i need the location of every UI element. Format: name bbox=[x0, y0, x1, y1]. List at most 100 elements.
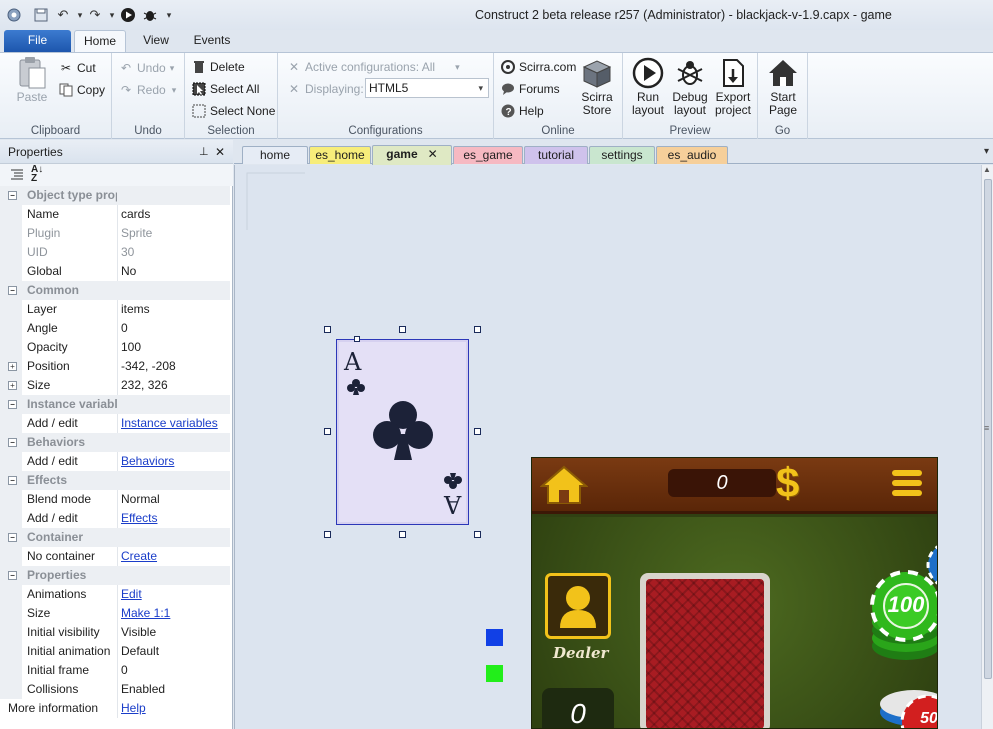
property-category[interactable]: − Effects bbox=[0, 471, 230, 490]
collapse-icon[interactable]: − bbox=[8, 400, 17, 409]
property-value[interactable]: No bbox=[121, 262, 136, 281]
property-row[interactable]: UID 30 bbox=[0, 243, 230, 262]
property-row[interactable]: Initial animation Default bbox=[0, 642, 230, 661]
property-link[interactable]: Effects bbox=[121, 509, 157, 528]
run-layout-button[interactable]: Run layout bbox=[627, 57, 669, 117]
delete-button[interactable]: Delete bbox=[191, 58, 245, 76]
property-value[interactable]: 0 bbox=[121, 319, 128, 338]
property-value[interactable]: 0 bbox=[121, 661, 128, 680]
layout-canvas[interactable]: A A 0 $ Dealer 0 100 50 bbox=[234, 165, 981, 729]
tab-home[interactable]: Home bbox=[74, 30, 126, 52]
property-row[interactable]: Collisions Enabled bbox=[0, 680, 230, 699]
property-value[interactable]: Enabled bbox=[121, 680, 165, 699]
debug-quick-icon[interactable] bbox=[142, 7, 158, 23]
chip-stack-50[interactable]: 50 bbox=[872, 680, 937, 728]
property-row[interactable]: Opacity 100 bbox=[0, 338, 230, 357]
property-category[interactable]: − Behaviors bbox=[0, 433, 230, 452]
property-row[interactable]: + Position -342, -208 bbox=[0, 357, 230, 376]
property-value[interactable]: items bbox=[121, 300, 150, 319]
property-value[interactable]: Normal bbox=[121, 490, 160, 509]
property-link[interactable]: Instance variables bbox=[121, 414, 218, 433]
property-row[interactable]: More information Help bbox=[0, 699, 230, 718]
menu-hamburger-icon[interactable] bbox=[892, 470, 922, 499]
tab-es_audio[interactable]: es_audio bbox=[656, 146, 728, 164]
help-button[interactable]: ? Help bbox=[500, 102, 544, 120]
active-configurations-button[interactable]: ✕ Active configurations: All ▾ bbox=[286, 58, 460, 76]
collapse-icon[interactable]: − bbox=[8, 571, 17, 580]
undo-button[interactable]: ↶ Undo ▾ bbox=[118, 59, 174, 77]
resize-handle-ne[interactable] bbox=[474, 326, 481, 333]
collapse-icon[interactable]: − bbox=[8, 438, 17, 447]
scroll-up-icon[interactable]: ▲ bbox=[983, 165, 991, 174]
close-panel-icon[interactable]: ✕ bbox=[215, 140, 225, 164]
property-row[interactable]: Animations Edit bbox=[0, 585, 230, 604]
property-row[interactable]: No container Create bbox=[0, 547, 230, 566]
property-value[interactable]: Default bbox=[121, 642, 159, 661]
tab-view[interactable]: View bbox=[134, 30, 178, 52]
property-category[interactable]: − Instance variables bbox=[0, 395, 230, 414]
cut-button[interactable]: ✂ Cut bbox=[58, 59, 96, 77]
select-none-button[interactable]: Select None bbox=[191, 102, 275, 120]
property-value[interactable]: cards bbox=[121, 205, 150, 224]
save-icon[interactable] bbox=[33, 7, 49, 23]
tab-file[interactable]: File bbox=[4, 30, 71, 52]
property-row[interactable]: Add / edit Effects bbox=[0, 509, 230, 528]
property-category[interactable]: − Common bbox=[0, 281, 230, 300]
redo-dropdown-icon[interactable]: ▾ bbox=[104, 7, 120, 23]
property-category[interactable]: − Object type properties bbox=[0, 186, 230, 205]
resize-handle-n[interactable] bbox=[399, 326, 406, 333]
property-row[interactable]: Initial visibility Visible bbox=[0, 623, 230, 642]
property-row[interactable]: Plugin Sprite bbox=[0, 224, 230, 243]
tab-es_game[interactable]: es_game bbox=[453, 146, 523, 164]
customize-quick-access-icon[interactable]: ▾ bbox=[161, 7, 177, 23]
property-row[interactable]: Add / edit Instance variables bbox=[0, 414, 230, 433]
tab-events[interactable]: Events bbox=[188, 30, 236, 52]
categorized-view-icon[interactable] bbox=[10, 167, 24, 184]
property-link[interactable]: Create bbox=[121, 547, 157, 566]
resize-handle-nw[interactable] bbox=[324, 326, 331, 333]
tab-game[interactable]: game ✕ bbox=[372, 145, 452, 165]
scirra-link-button[interactable]: Scirra.com bbox=[500, 58, 576, 76]
export-project-button[interactable]: Export project bbox=[711, 57, 755, 117]
resize-handle-e[interactable] bbox=[474, 428, 481, 435]
property-row[interactable]: Angle 0 bbox=[0, 319, 230, 338]
property-row[interactable]: Initial frame 0 bbox=[0, 661, 230, 680]
game-board[interactable]: 0 $ Dealer 0 100 50 bbox=[531, 457, 938, 729]
close-tab-icon[interactable]: ✕ bbox=[428, 147, 438, 161]
card-sprite[interactable]: A A bbox=[336, 339, 469, 525]
run-quick-icon[interactable] bbox=[120, 7, 136, 23]
tab-home[interactable]: home bbox=[242, 146, 308, 164]
collapse-icon[interactable]: − bbox=[8, 533, 17, 542]
property-value[interactable]: 232, 326 bbox=[121, 376, 168, 395]
property-link[interactable]: Edit bbox=[121, 585, 142, 604]
property-row[interactable]: Blend mode Normal bbox=[0, 490, 230, 509]
resize-handle-w[interactable] bbox=[324, 428, 331, 435]
paste-button[interactable]: Paste bbox=[12, 57, 52, 104]
property-value[interactable]: Sprite bbox=[121, 224, 152, 243]
copy-button[interactable]: Copy bbox=[58, 81, 105, 99]
displaying-select[interactable]: HTML5 ▾ bbox=[365, 78, 489, 98]
property-category[interactable]: − Properties bbox=[0, 566, 230, 585]
property-row[interactable]: + Size 232, 326 bbox=[0, 376, 230, 395]
start-page-button[interactable]: Start Page bbox=[763, 57, 803, 117]
select-all-button[interactable]: Select All bbox=[191, 80, 259, 98]
debug-layout-button[interactable]: Debug layout bbox=[669, 57, 711, 117]
property-link[interactable]: Help bbox=[121, 699, 146, 718]
scirra-store-button[interactable]: Scirra Store bbox=[578, 57, 616, 117]
resize-handle-sw[interactable] bbox=[324, 531, 331, 538]
property-link[interactable]: Make 1:1 bbox=[121, 604, 170, 623]
property-row[interactable]: Size Make 1:1 bbox=[0, 604, 230, 623]
property-row[interactable]: Layer items bbox=[0, 300, 230, 319]
property-link[interactable]: Behaviors bbox=[121, 452, 174, 471]
property-value[interactable]: 100 bbox=[121, 338, 141, 357]
sort-alphabetical-icon[interactable]: A↓ Z bbox=[31, 165, 43, 184]
property-row[interactable]: Global No bbox=[0, 262, 230, 281]
collapse-icon[interactable]: − bbox=[8, 286, 17, 295]
home-icon[interactable] bbox=[539, 465, 589, 508]
tab-tutorial[interactable]: tutorial bbox=[524, 146, 588, 164]
collapse-icon[interactable]: − bbox=[8, 476, 17, 485]
resize-handle-s[interactable] bbox=[399, 531, 406, 538]
redo-button[interactable]: ↷ Redo ▾ bbox=[118, 81, 176, 99]
redo-quick-icon[interactable]: ↷ bbox=[87, 7, 103, 23]
image-point-handle[interactable] bbox=[354, 336, 360, 342]
